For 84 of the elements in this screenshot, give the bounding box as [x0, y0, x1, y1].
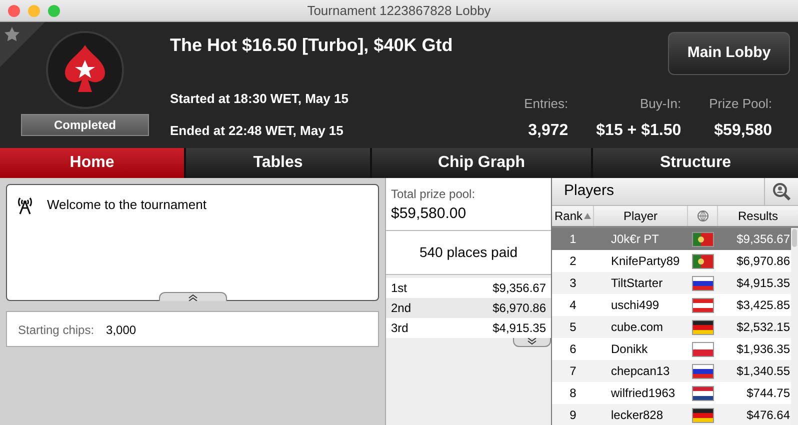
column-header[interactable]: Rank: [552, 206, 594, 226]
column-header[interactable]: Results: [718, 206, 798, 226]
player-name: Donikk: [610, 341, 649, 358]
result-cell-text: $3,425.85: [736, 297, 791, 314]
result-cell-text: $2,532.15: [736, 319, 791, 336]
players-title: Players: [563, 181, 614, 202]
flag-icon: [692, 320, 714, 334]
rank-cell-text: 5: [568, 319, 578, 336]
flag-icon: [692, 254, 714, 268]
prize-amount: $9,356.67: [492, 280, 546, 296]
double-chevron-up-icon: [188, 294, 198, 300]
stat-value: $15 + $1.50: [596, 121, 682, 141]
globe-icon: [696, 210, 708, 222]
player-name: uschi499: [610, 297, 660, 314]
player-row[interactable]: 5 cube.com $2,532.15: [552, 316, 791, 338]
window-title: Tournament 1223867828 Lobby: [307, 2, 491, 20]
player-name: chepcan13: [610, 363, 671, 380]
player-row[interactable]: 9 lecker828 $476.64: [552, 404, 791, 425]
tournament-title: The Hot $16.50 [Turbo], $40K Gtd: [170, 34, 453, 57]
result-cell-text: $1,340.55: [736, 363, 791, 380]
news-message: Welcome to the tournament: [47, 196, 206, 214]
result-cell-text: $1,936.35: [736, 341, 791, 358]
stat-label: Prize Pool:: [709, 94, 772, 112]
flag-icon: [692, 364, 714, 378]
stat-label: Entries:: [524, 94, 568, 112]
stat-label: Buy-In:: [640, 94, 682, 113]
scrollbar-thumb[interactable]: [792, 229, 797, 247]
end-time: Ended at 22:48 WET, May 15: [170, 122, 344, 140]
start-time: Started at 18:30 WET, May 15: [170, 90, 348, 108]
player-name: TiltStarter: [610, 275, 664, 292]
rank-cell-text: 8: [568, 385, 578, 402]
status-ribbon: Completed: [21, 114, 149, 136]
places-paid: 540 places paid: [386, 230, 551, 274]
tab[interactable]: Tables: [186, 148, 370, 178]
tab[interactable]: Chip Graph: [372, 148, 591, 178]
info-label: Starting chips:: [18, 322, 94, 339]
rank-cell-text: 2: [568, 253, 578, 270]
prize-place: 3rd: [391, 320, 408, 336]
player-name: lecker828: [610, 407, 664, 424]
flag-icon: [692, 232, 714, 246]
antenna-icon: [15, 195, 35, 215]
prize-place: 1st: [391, 280, 408, 296]
player-name: J0k€r PT: [610, 231, 660, 248]
rank-cell-text: 1: [568, 231, 578, 248]
flag-icon: [692, 386, 714, 400]
info-value: 3,000: [106, 322, 136, 339]
flag-icon: [692, 276, 714, 290]
prize-place: 2nd: [391, 300, 412, 316]
rank-cell-text: 3: [568, 275, 578, 292]
player-row[interactable]: 3 TiltStarter $4,915.35: [552, 272, 791, 294]
player-name: wilfried1963: [610, 385, 676, 402]
prize-amount: $6,970.86: [492, 300, 546, 316]
close-button[interactable]: [8, 4, 20, 16]
flag-icon: [692, 298, 714, 312]
stat-value: $59,580: [714, 121, 772, 141]
player-row[interactable]: 7 chepcan13 $1,340.55: [552, 360, 791, 382]
flag-icon: [692, 342, 714, 356]
rank-cell-text: 6: [568, 341, 578, 358]
expand-tab-button[interactable]: [159, 292, 227, 301]
favorite-corner-icon[interactable]: [0, 22, 45, 67]
double-chevron-down-icon: [527, 338, 537, 345]
result-cell-text: $9,356.67: [736, 231, 791, 248]
result-cell-text: $744.75: [746, 385, 791, 402]
rank-cell-text: 9: [568, 407, 578, 424]
rank-cell-text: 7: [568, 363, 578, 380]
result-cell-text: $476.64: [746, 407, 791, 424]
search-icon: [772, 182, 792, 202]
tab[interactable]: Structure: [593, 148, 798, 178]
main-lobby-button[interactable]: Main Lobby: [668, 32, 790, 75]
result-cell-text: $6,970.86: [736, 253, 791, 270]
prize-pool-label: Total prize pool:: [391, 186, 476, 203]
player-row[interactable]: 1 J0k€r PT $9,356.67: [552, 228, 791, 250]
player-name: KnifeParty89: [610, 253, 681, 270]
prize-amount: $4,915.35: [492, 320, 546, 336]
sort-ascending-icon: [584, 213, 590, 219]
spade-logo-icon: [46, 31, 124, 109]
prize-pool-total: $59,580.00: [391, 204, 468, 224]
result-cell-text: $4,915.35: [736, 275, 791, 292]
player-name: cube.com: [610, 319, 664, 336]
column-header[interactable]: Player: [594, 206, 688, 226]
stat-value: 3,972: [528, 121, 568, 141]
tab[interactable]: Home: [0, 148, 184, 178]
rank-cell-text: 4: [568, 297, 578, 314]
flag-icon: [692, 408, 714, 422]
